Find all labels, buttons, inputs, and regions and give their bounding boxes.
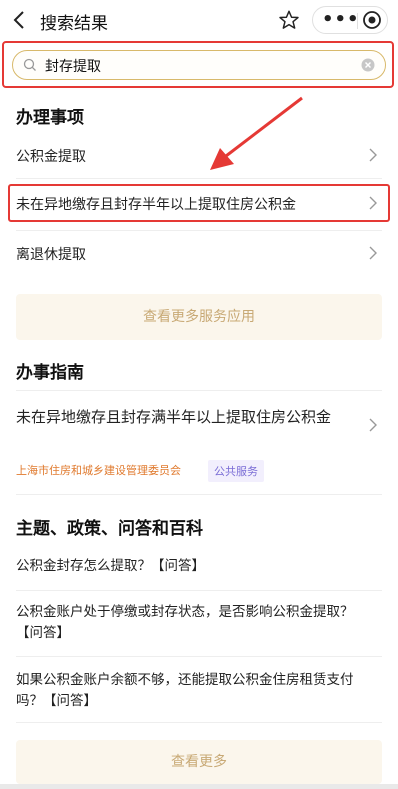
divider — [16, 494, 382, 495]
list-item-matter-2[interactable]: 未在异地缴存且封存半年以上提取住房公积金 — [16, 194, 296, 214]
more-services-button[interactable]: 查看更多服务应用 — [16, 294, 382, 340]
section-title-topics: 主题、政策、问答和百科 — [16, 519, 203, 539]
list-item-matter-1[interactable]: 公积金提取 — [16, 146, 86, 166]
divider — [16, 178, 382, 179]
chevron-right-icon[interactable] — [368, 196, 378, 210]
clear-icon[interactable] — [361, 58, 375, 72]
mini-program-capsule: ••• — [312, 6, 388, 34]
topic-item-1[interactable]: 公积金封存怎么提取？【问答】 — [16, 556, 366, 577]
more-icon[interactable]: ••• — [322, 7, 360, 33]
search-input[interactable]: 封存提取 — [45, 56, 101, 76]
chevron-right-icon[interactable] — [368, 246, 378, 260]
divider — [16, 590, 382, 591]
category-badge: 公共服务 — [208, 460, 264, 482]
guide-item-title[interactable]: 未在异地缴存且封存满半年以上提取住房公积金 — [16, 406, 346, 428]
top-bar: 搜索结果 ••• — [0, 0, 398, 40]
bottom-edge — [0, 784, 398, 789]
divider — [16, 230, 382, 231]
org-tag: 上海市住房和城乡建设管理委员会 — [16, 464, 181, 477]
page-title: 搜索结果 — [40, 14, 108, 34]
chevron-right-icon[interactable] — [368, 418, 378, 432]
red-arrow — [210, 96, 303, 170]
chevron-right-icon[interactable] — [368, 148, 378, 162]
topic-item-3[interactable]: 如果公积金账户余额不够，还能提取公积金住房租赁支付吗？【问答】 — [16, 670, 366, 712]
list-item-matter-3[interactable]: 离退休提取 — [16, 244, 86, 264]
divider — [16, 390, 382, 391]
search-bar[interactable]: 封存提取 — [12, 50, 386, 80]
section-title-guide: 办事指南 — [16, 363, 84, 383]
capsule-divider — [357, 13, 358, 29]
topic-item-2[interactable]: 公积金账户处于停缴或封存状态，是否影响公积金提取？【问答】 — [16, 602, 366, 644]
divider — [16, 722, 382, 723]
close-circle-icon[interactable] — [362, 10, 382, 30]
section-title-matters: 办理事项 — [16, 108, 84, 128]
search-icon — [23, 58, 36, 71]
divider — [16, 656, 382, 657]
star-icon[interactable] — [278, 9, 300, 31]
back-icon[interactable] — [8, 6, 32, 34]
more-topics-button[interactable]: 查看更多 — [16, 740, 382, 784]
